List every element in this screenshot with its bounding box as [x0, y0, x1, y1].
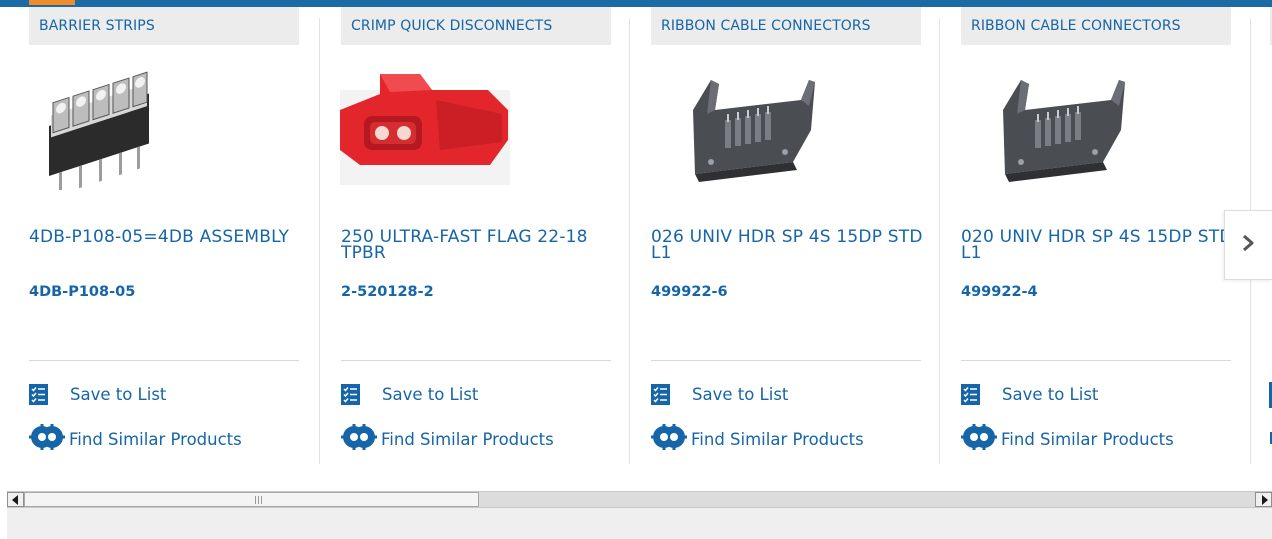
- category-label[interactable]: CRIMP QUICK DISCONNECTS: [341, 7, 611, 45]
- arrow-right-icon: [1260, 490, 1268, 509]
- chevron-right-icon: [1242, 234, 1256, 256]
- find-similar-icon: [961, 424, 997, 454]
- product-image-ribbon-header[interactable]: [991, 70, 1171, 190]
- save-to-list-label: Save to List: [382, 384, 479, 404]
- product-title-link[interactable]: 4DB-P108-05=4DB ASSEMBLY: [29, 229, 304, 246]
- find-similar-button[interactable]: Find Similar Products: [29, 424, 242, 454]
- find-similar-label: Find Similar Products: [69, 429, 242, 449]
- product-title-link[interactable]: 026 UNIV HDR SP 4S 15DP STD L1: [651, 229, 926, 262]
- product-title-link[interactable]: 250 ULTRA-FAST FLAG 22-18 TPBR: [341, 229, 616, 262]
- scrollbar-grip: [255, 496, 264, 504]
- find-similar-label: Find Similar Products: [1001, 429, 1174, 449]
- card-separator: [319, 18, 320, 464]
- category-label[interactable]: RIBBON CABLE CONNECTORS: [651, 7, 921, 45]
- product-card: RIBBON CABLE CONNECTORS: [621, 0, 932, 466]
- find-similar-button[interactable]: Find Similar Products: [961, 424, 1174, 454]
- card-separator: [629, 18, 630, 464]
- carousel-next-button[interactable]: [1224, 210, 1272, 280]
- find-similar-icon: [29, 424, 65, 454]
- product-carousel: BARRIER STRIPS 4DB-P108-05=4DB ASSEMBLY …: [0, 0, 1272, 466]
- scroll-left-button[interactable]: [7, 492, 24, 507]
- find-similar-button[interactable]: Find Similar Products: [341, 424, 554, 454]
- checklist-icon: [651, 383, 670, 405]
- product-image-quick-disconnect[interactable]: [340, 70, 520, 190]
- page-gutter: [0, 466, 7, 539]
- horizontal-scrollbar[interactable]: [7, 491, 1272, 508]
- scrollbar-thumb[interactable]: [24, 492, 479, 507]
- save-to-list-label: Save to List: [1002, 384, 1099, 404]
- product-card: RIBBON CABLE CONNECTORS: [931, 0, 1242, 466]
- product-card: CRIMP QUICK DISCONNECTS 250 ULTRA-FAST F…: [311, 0, 622, 466]
- checklist-icon: [341, 383, 360, 405]
- arrow-left-icon: [11, 490, 20, 509]
- card-separator: [939, 18, 940, 464]
- card-divider: [651, 360, 921, 361]
- save-to-list-button[interactable]: Save to List: [961, 383, 1098, 405]
- save-to-list-button[interactable]: Save to List: [341, 383, 478, 405]
- scroll-right-button[interactable]: [1255, 492, 1272, 507]
- category-label[interactable]: BARRIER STRIPS: [29, 7, 299, 45]
- checklist-icon: [29, 383, 48, 405]
- save-to-list-label: Save to List: [70, 384, 167, 404]
- save-to-list-label: Save to List: [692, 384, 789, 404]
- footer-area: [7, 508, 1272, 539]
- part-number-link[interactable]: 4DB-P108-05: [29, 284, 135, 300]
- product-image-barrier-strip[interactable]: [29, 70, 209, 195]
- find-similar-button[interactable]: Find Similar Products: [651, 424, 864, 454]
- product-image-ribbon-header[interactable]: [681, 70, 861, 190]
- card-divider: [341, 360, 611, 361]
- product-card: BARRIER STRIPS 4DB-P108-05=4DB ASSEMBLY …: [0, 0, 311, 466]
- find-similar-label: Find Similar Products: [691, 429, 864, 449]
- checklist-icon: [961, 383, 980, 405]
- card-divider: [961, 360, 1231, 361]
- save-to-list-button[interactable]: Save to List: [29, 383, 166, 405]
- find-similar-icon: [341, 424, 377, 454]
- part-number-link[interactable]: 2-520128-2: [341, 284, 434, 300]
- product-title-link[interactable]: 020 UNIV HDR SP 4S 15DP STD L1: [961, 229, 1236, 262]
- find-similar-label: Find Similar Products: [381, 429, 554, 449]
- save-to-list-button[interactable]: Save to List: [651, 383, 788, 405]
- card-divider: [29, 360, 299, 361]
- find-similar-icon: [651, 424, 687, 454]
- part-number-link[interactable]: 499922-6: [651, 284, 728, 300]
- category-label[interactable]: RIBBON CABLE CONNECTORS: [961, 7, 1231, 45]
- part-number-link[interactable]: 499922-4: [961, 284, 1038, 300]
